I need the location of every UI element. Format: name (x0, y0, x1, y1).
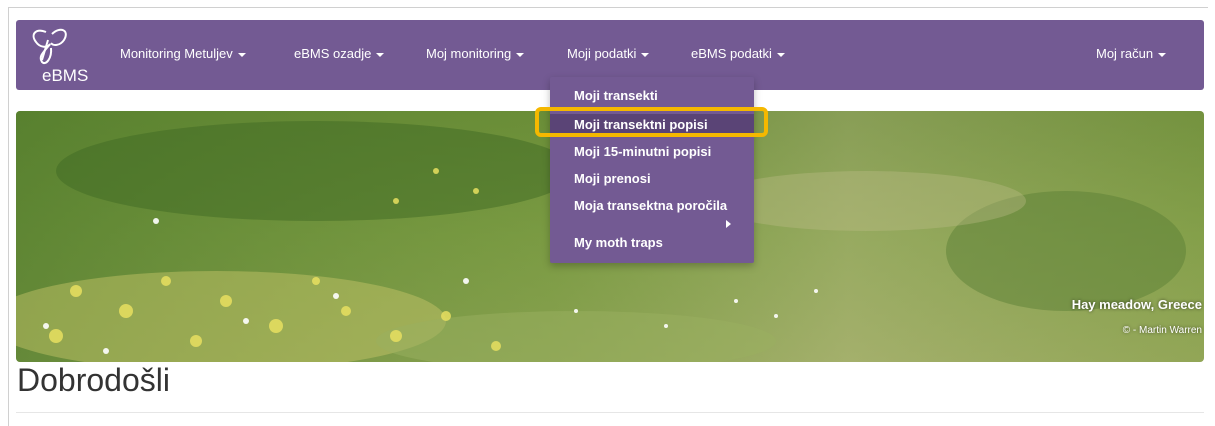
nav-label: Moj račun (1096, 46, 1154, 61)
dropdown-item-moji-prenosi[interactable]: Moji prenosi (574, 171, 651, 186)
hero-caption-title: Hay meadow, Greece (1071, 297, 1202, 312)
hero-caption-credit: © - Martin Warren (1122, 325, 1202, 336)
caret-down-icon (1158, 52, 1167, 57)
moji-podatki-dropdown: Moji transekti Moji transektni popisi Mo… (550, 77, 754, 263)
nav-label: eBMS ozadje (294, 46, 372, 61)
nav-label: Moj monitoring (426, 46, 512, 61)
caret-down-icon (237, 52, 246, 57)
ebms-logo[interactable]: eBMS (26, 26, 106, 86)
dropdown-item-moji-15-minutni-popisi[interactable]: Moji 15-minutni popisi (574, 144, 711, 159)
dropdown-item-my-moth-traps[interactable]: My moth traps (574, 235, 663, 250)
submenu-arrow-icon (726, 220, 731, 228)
caret-down-icon (516, 52, 525, 57)
nav-ebms-ozadje[interactable]: eBMS ozadje (294, 46, 385, 61)
nav-moj-racun[interactable]: Moj račun (1096, 46, 1167, 61)
title-divider (16, 412, 1204, 413)
nav-label: Monitoring Metuljev (120, 46, 233, 61)
page-title: Dobrodošli (17, 362, 170, 398)
logo-text: eBMS (42, 66, 89, 85)
caret-down-icon (776, 52, 785, 57)
dropdown-item-moja-transektna-porocila[interactable]: Moja transektna poročila (574, 198, 727, 213)
dropdown-item-moji-transektni-popisi[interactable]: Moji transektni popisi (574, 117, 708, 132)
nav-label: eBMS podatki (691, 46, 772, 61)
dropdown-item-moji-transekti[interactable]: Moji transekti (574, 88, 658, 103)
nav-moj-monitoring[interactable]: Moj monitoring (426, 46, 525, 61)
nav-monitoring-metuljev[interactable]: Monitoring Metuljev (120, 46, 246, 61)
nav-ebms-podatki[interactable]: eBMS podatki (691, 46, 785, 61)
nav-moji-podatki[interactable]: Moji podatki (567, 46, 650, 61)
caret-down-icon (641, 52, 650, 57)
butterfly-icon (32, 28, 67, 64)
nav-label: Moji podatki (567, 46, 637, 61)
caret-down-icon (376, 52, 385, 57)
